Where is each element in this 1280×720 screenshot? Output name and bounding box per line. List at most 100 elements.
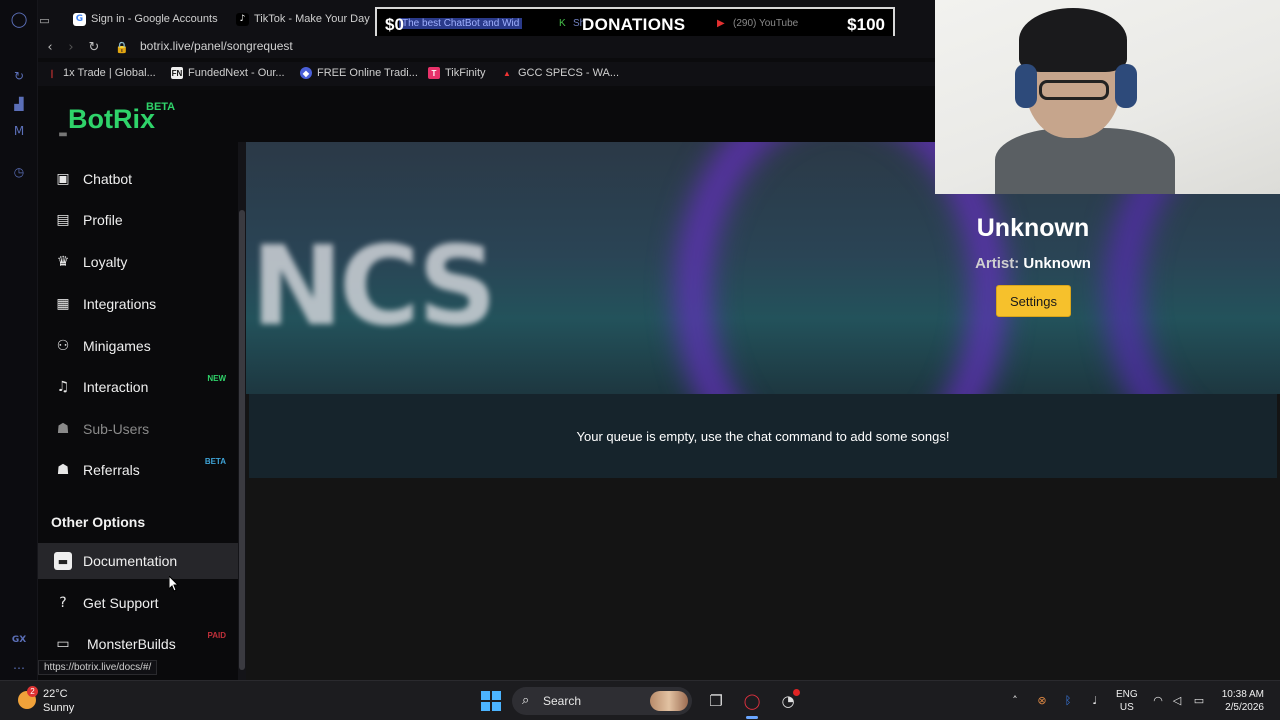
bookmark-1x-trade[interactable]: ❘ 1x Trade | Global... <box>46 67 156 79</box>
sidebar-item-loyalty[interactable]: ♛ Loyalty <box>38 244 238 280</box>
user-group-icon: ☗ <box>56 462 70 478</box>
sidebar-item-label: Integrations <box>83 296 157 312</box>
taskbar: 2 22°C Sunny ⌕ Search ❐ ◯ ◔ ˄ ⊗ ᛒ ♩ ENG … <box>0 680 1280 720</box>
sidebar-item-interaction[interactable]: ♫ Interaction NEW <box>38 369 238 405</box>
sidebar-item-label: Documentation <box>83 553 178 569</box>
donation-overlay: The best ChatBot and Wid K Sh ▶ (290) Yo… <box>375 7 895 39</box>
wifi-icon[interactable]: ◠ <box>1151 693 1165 707</box>
clock[interactable]: 10:38 AM 2/5/2026 <box>1216 688 1264 714</box>
sidebar-item-referrals[interactable]: ☗ Referrals BETA <box>38 452 238 488</box>
sidebar-item-label: MonsterBuilds <box>87 636 176 652</box>
browser-side-strip: ◯ ↻ ▟ M ◷ GX ⋯ <box>0 0 38 680</box>
weather-temp[interactable]: 22°C <box>43 688 68 700</box>
sidebar-scroll-thumb[interactable] <box>239 210 245 670</box>
tab-label-underlay: The best ChatBot and Wid <box>399 18 523 29</box>
gx-icon[interactable]: GX <box>11 632 27 648</box>
tikfinity-icon: T <box>428 67 440 79</box>
sidebar-item-profile[interactable]: ▤ Profile <box>38 202 238 238</box>
lock-icon: 🔒 <box>115 40 129 54</box>
sidebar-item-label: Loyalty <box>83 254 128 270</box>
microphone-icon[interactable]: ♩ <box>1088 693 1102 707</box>
1x-icon: ❘ <box>48 68 56 78</box>
bluetooth-icon[interactable]: ᛒ <box>1061 693 1075 707</box>
messenger-icon[interactable]: M <box>11 123 27 139</box>
weather-desc[interactable]: Sunny <box>43 702 74 714</box>
tiktok-icon: ♪ <box>236 12 249 26</box>
refresh-side-icon[interactable]: ↻ <box>11 68 27 84</box>
tab-list-icon[interactable]: ▭ <box>38 10 56 30</box>
bookmark-label: 1x Trade | Global... <box>63 67 156 79</box>
volume-icon[interactable]: ◁ <box>1170 693 1184 707</box>
taskbar-search-label: Search <box>543 694 582 708</box>
sidebar-item-minigames[interactable]: ⚇ Minigames <box>38 328 238 364</box>
battery-icon[interactable]: ▭ <box>1192 693 1206 707</box>
windows-start-icon[interactable] <box>481 691 501 711</box>
tab-label: Sign in - Google Accounts <box>91 13 218 25</box>
screen: ◯ ↻ ▟ M ◷ GX ⋯ ▭ G Sign in - Google Acco… <box>0 0 1280 720</box>
tab-tiktok[interactable]: ♪ TikTok - Make Your Day <box>236 9 376 29</box>
task-view-icon[interactable]: ❐ <box>705 690 727 712</box>
donation-title: DONATIONS <box>582 15 686 34</box>
music-note-icon: ♫ <box>56 379 70 395</box>
tray-app-icon[interactable]: ⊗ <box>1035 693 1049 707</box>
song-title: Unknown <box>976 214 1090 242</box>
language-indicator[interactable]: ENG US <box>1116 688 1138 714</box>
bookmark-tikfinity[interactable]: T TikFinity <box>428 67 486 79</box>
scroll-icon: ▬ <box>54 552 72 570</box>
song-artist: Artist: Unknown <box>946 255 1120 272</box>
clock-time: 10:38 AM <box>1221 689 1264 700</box>
artist-value: Unknown <box>1023 255 1091 272</box>
sidebar-item-chatbot[interactable]: ▣ Chatbot <box>38 161 238 197</box>
sidebar-item-integrations[interactable]: ▦ Integrations <box>38 286 238 322</box>
address-bar: ‹ › ↻ 🔒 botrix.live/panel/songrequest <box>38 36 935 58</box>
donation-left-amount: $0 <box>385 15 404 34</box>
url-field[interactable]: botrix.live/panel/songrequest <box>140 39 293 53</box>
bookmark-label: GCC SPECS - WA... <box>518 67 620 79</box>
beta-badge: BETA <box>204 457 226 466</box>
bookmark-label: FREE Online Tradi... <box>317 67 418 79</box>
tab-google[interactable]: G Sign in - Google Accounts <box>73 9 223 29</box>
bookmark-fundednext[interactable]: FN FundedNext - Our... <box>171 67 285 79</box>
kick-icon: K <box>559 18 566 29</box>
queue-panel: Your queue is empty, use the chat comman… <box>249 394 1277 478</box>
search-icon: ⌕ <box>522 693 530 708</box>
sidebar-item-get-support[interactable]: ? Get Support <box>38 585 238 621</box>
opera-logo-icon[interactable]: ◯ <box>11 10 28 28</box>
sidebar-item-monsterbuilds[interactable]: ▭ MonsterBuilds PAID <box>38 626 238 662</box>
tab-label: TikTok - Make Your Day <box>254 13 370 25</box>
mouse-cursor <box>168 574 180 592</box>
more-icon[interactable]: ⋯ <box>11 660 27 676</box>
sidebar: ▬ ▣ Chatbot ▤ Profile ♛ Loyalty ▦ Integr… <box>38 129 238 680</box>
back-icon[interactable]: ‹ <box>42 39 58 55</box>
history-icon[interactable]: ◷ <box>11 164 27 180</box>
sidebar-item-partial[interactable]: ▬ <box>38 122 238 146</box>
lang-bottom: US <box>1119 702 1134 713</box>
webcam-overlay <box>935 0 1280 194</box>
bookmark-label: FundedNext - Our... <box>188 67 285 79</box>
gcc-icon: ▲ <box>503 68 511 78</box>
donation-right-amount: $100 <box>847 15 885 34</box>
search-highlight-image <box>650 691 688 711</box>
new-badge: NEW <box>207 374 226 383</box>
trophy-icon: ♛ <box>56 254 70 270</box>
id-card-icon: ▤ <box>56 212 70 228</box>
bookmark-gcc-specs[interactable]: ▲ GCC SPECS - WA... <box>501 67 619 79</box>
robot-icon: ▣ <box>56 171 70 187</box>
twitch-icon[interactable]: ▟ <box>11 96 27 112</box>
tab-label-underlay: (290) YouTube <box>733 18 799 29</box>
chevron-up-icon[interactable]: ˄ <box>1008 693 1022 707</box>
sidebar-item-label: Sub-Users <box>83 421 150 437</box>
opera-gx-taskbar-icon[interactable]: ◯ <box>741 690 763 712</box>
sidebar-item-documentation[interactable]: ▬ Documentation <box>38 543 238 579</box>
sidebar-item-label: Interaction <box>83 379 149 395</box>
sidebar-item-sub-users[interactable]: ☗ Sub-Users <box>38 411 238 447</box>
settings-button[interactable]: Settings <box>996 285 1071 317</box>
bookmark-free-trading[interactable]: ◆ FREE Online Tradi... <box>300 67 418 79</box>
reload-icon[interactable]: ↻ <box>86 39 102 55</box>
sidebar-item-label: Minigames <box>83 338 151 354</box>
taskbar-search[interactable]: ⌕ Search <box>512 687 692 715</box>
paid-badge: PAID <box>207 631 226 640</box>
lang-top: ENG <box>1116 689 1138 700</box>
sidebar-scrollbar[interactable] <box>238 142 246 680</box>
forward-icon[interactable]: › <box>63 39 79 55</box>
